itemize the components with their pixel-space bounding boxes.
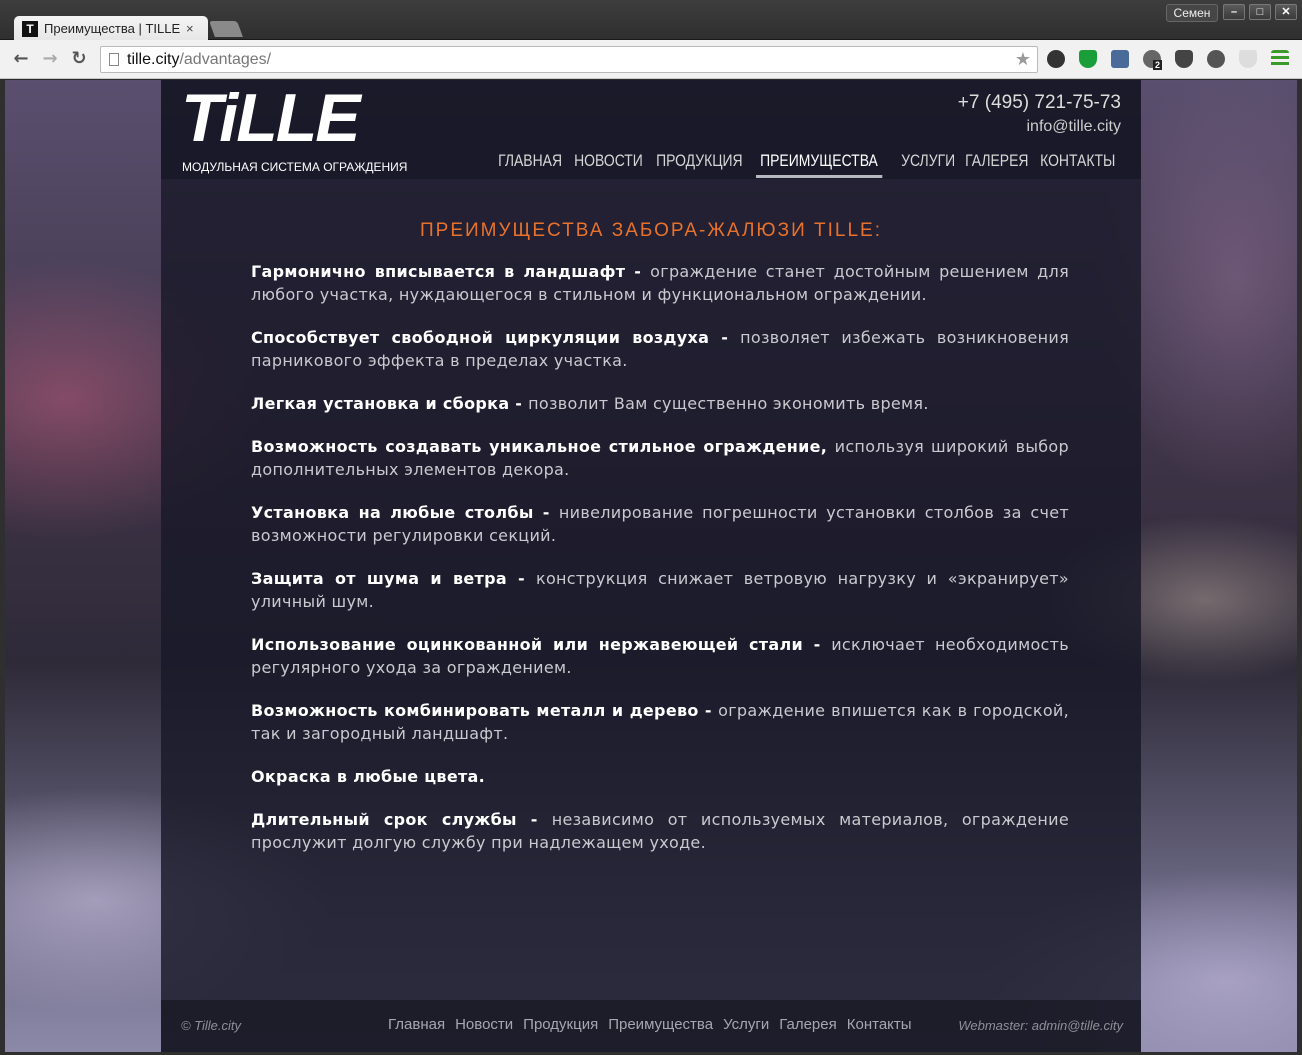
advantage-item: Установка на любые столбы - нивелировани… [251, 501, 1069, 547]
footer-copyright: © Tille.city [181, 1018, 242, 1033]
nav-item[interactable]: НОВОСТИ [570, 150, 647, 178]
site-logo[interactable]: TiLLE [181, 84, 361, 152]
bookmark-star-icon[interactable]: ★ [1015, 49, 1031, 70]
browser-toolbar: ← → ↻ tille.city/advantages/ ★ 2 [0, 40, 1302, 79]
nav-item[interactable]: ПРЕИМУЩЕСТВА [755, 150, 882, 178]
extension-camera-icon[interactable] [1047, 50, 1065, 68]
forward-button[interactable]: → [39, 48, 61, 70]
address-bar[interactable]: tille.city/advantages/ ★ [100, 46, 1038, 73]
footer-nav-item[interactable]: Главная [388, 1016, 445, 1033]
header-email[interactable]: info@tille.city [1027, 118, 1122, 136]
page-viewport: TiLLE МОДУЛЬНАЯ СИСТЕМА ОГРАЖДЕНИЯ +7 (4… [5, 80, 1297, 1052]
page-title: ПРЕИМУЩЕСТВА ЗАБОРА-ЖАЛЮЗИ TILLE: [420, 220, 882, 241]
extension-shield-icon[interactable] [1079, 50, 1097, 68]
advantage-item: Легкая установка и сборка - позволит Вам… [251, 392, 1069, 415]
advantage-heading: Установка на любые столбы - [251, 503, 559, 522]
footer-nav-item[interactable]: Контакты [847, 1016, 912, 1033]
tab-title: Преимущества | TILLE [44, 21, 180, 36]
advantage-heading: Длительный срок службы - [251, 810, 552, 829]
site-footer: © Tille.city Главная Новости Продукция Преи… [161, 1000, 1141, 1052]
site-slogan: МОДУЛЬНАЯ СИСТЕМА ОГРАЖДЕНИЯ [182, 160, 408, 174]
nav-item[interactable]: ГАЛЕРЕЯ [961, 150, 1033, 178]
new-tab-button[interactable] [209, 21, 243, 37]
advantage-item: Гармонично вписывается в ландшафт - огра… [251, 260, 1069, 306]
url-path: /advantages/ [179, 50, 272, 68]
browser-titlebar: T Преимущества | TILLE × Семен – □ ✕ [0, 0, 1302, 41]
menu-icon[interactable] [1271, 50, 1289, 68]
advantage-heading: Использование оцинкованной или нержавеющ… [251, 635, 832, 654]
header-phone[interactable]: +7 (495) 721-75-73 [958, 92, 1121, 114]
nav-item[interactable]: УСЛУГИ [897, 150, 959, 178]
footer-nav-item[interactable]: Новости [455, 1016, 513, 1033]
extension-shield-gray-icon[interactable] [1239, 50, 1257, 68]
footer-nav: Главная Новости Продукция Преимущества Услуг… [388, 1016, 912, 1033]
advantage-item: Использование оцинкованной или нержавеющ… [251, 633, 1069, 679]
advantage-heading: Гармонично вписывается в ландшафт - [251, 262, 651, 281]
nav-item[interactable]: ПРОДУКЦИЯ [652, 150, 747, 178]
advantage-item: Способствует свободной циркуляции воздух… [251, 326, 1069, 372]
url-host: tille.city [127, 50, 180, 68]
extension-cloud-icon[interactable] [1207, 50, 1225, 68]
content-panel: TiLLE МОДУЛЬНАЯ СИСТЕМА ОГРАЖДЕНИЯ +7 (4… [161, 80, 1141, 1052]
footer-nav-item[interactable]: Преимущества [608, 1016, 713, 1033]
advantage-heading: Возможность создавать уникальное стильно… [251, 437, 835, 456]
reload-button[interactable]: ↻ [68, 48, 90, 70]
maximize-button[interactable]: □ [1249, 4, 1271, 20]
advantage-item: Возможность создавать уникальное стильно… [251, 435, 1069, 481]
window-border-right [1297, 80, 1302, 1055]
footer-nav-item[interactable]: Галерея [779, 1016, 837, 1033]
advantage-heading: Защита от шума и ветра - [251, 569, 536, 588]
nav-item[interactable]: ГЛАВНАЯ [494, 150, 566, 178]
main-nav: ГЛАВНАЯ НОВОСТИ ПРОДУКЦИЯ ПРЕИМУЩЕСТВА УСЛУГ… [494, 150, 1126, 178]
extension-badge: 2 [1153, 60, 1163, 70]
window-border-left [0, 80, 5, 1055]
nav-item[interactable]: КОНТАКТЫ [1036, 150, 1119, 178]
footer-webmaster[interactable]: Webmaster: admin@tille.city [958, 1018, 1123, 1033]
extension-lock-icon[interactable]: 2 [1143, 50, 1163, 70]
profile-button[interactable]: Семен [1166, 4, 1218, 22]
site-header: TiLLE МОДУЛЬНАЯ СИСТЕМА ОГРАЖДЕНИЯ +7 (4… [161, 80, 1141, 179]
advantage-heading: Легкая установка и сборка - [251, 394, 529, 413]
advantage-heading: Способствует свободной циркуляции воздух… [251, 328, 741, 347]
favicon-icon: T [22, 20, 38, 37]
browser-tab[interactable]: T Преимущества | TILLE × [14, 16, 208, 41]
minimize-button[interactable]: – [1223, 4, 1245, 20]
advantage-item: Длительный срок службы - независимо от и… [251, 808, 1069, 854]
advantage-text: позволит Вам существенно экономить время… [528, 394, 929, 413]
footer-nav-item[interactable]: Услуги [723, 1016, 769, 1033]
advantage-heading: Возможность комбинировать металл и дерев… [251, 701, 719, 720]
advantages-list: Гармонично вписывается в ландшафт - огра… [251, 260, 1069, 874]
page-icon [109, 53, 119, 66]
tab-close-icon[interactable]: × [186, 21, 194, 36]
footer-nav-item[interactable]: Продукция [523, 1016, 598, 1033]
advantage-item: Защита от шума и ветра - конструкция сни… [251, 567, 1069, 613]
close-window-button[interactable]: ✕ [1275, 4, 1297, 20]
advantage-heading: Окраска в любые цвета. [251, 767, 486, 786]
advantage-item: Возможность комбинировать металл и дерев… [251, 699, 1069, 745]
extension-pocket-icon[interactable] [1175, 50, 1193, 68]
extension-book-icon[interactable] [1111, 50, 1129, 68]
back-button[interactable]: ← [10, 48, 32, 70]
advantage-item: Окраска в любые цвета. [251, 765, 1069, 788]
